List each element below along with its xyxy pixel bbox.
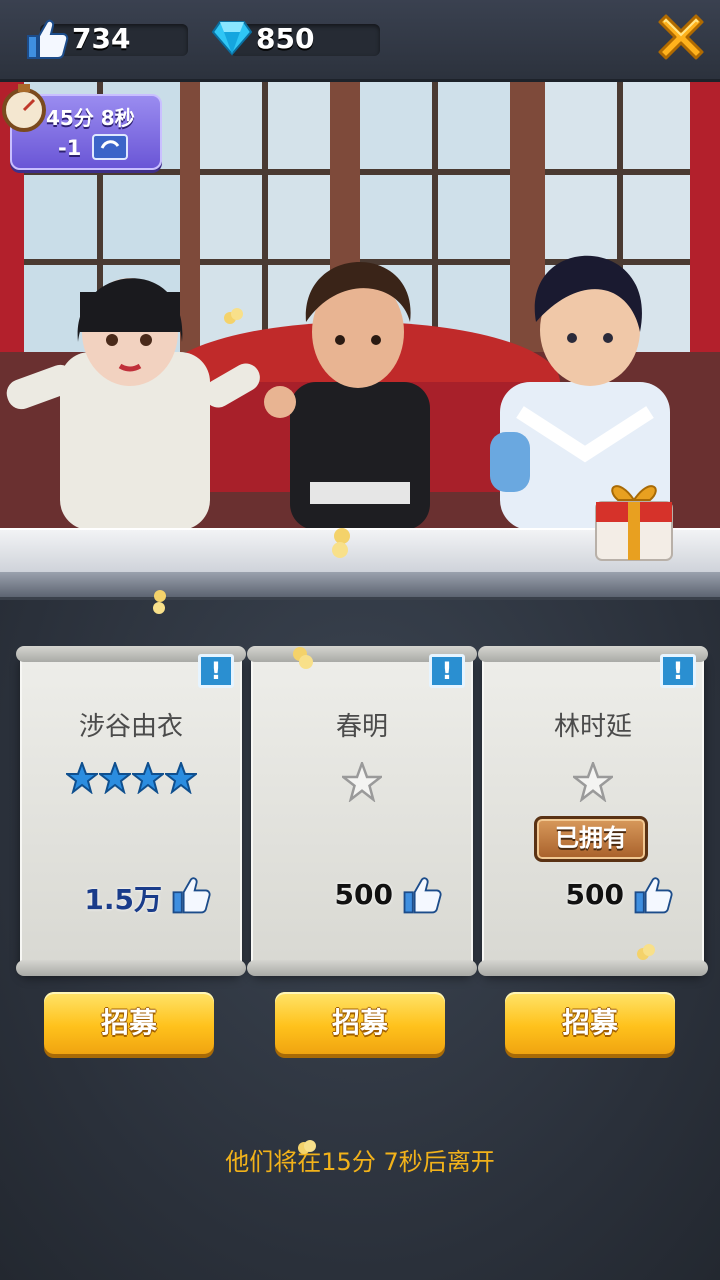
thumbs-up-icon	[634, 877, 673, 914]
stars-row-2	[251, 762, 473, 802]
info-badge-1[interactable]: !	[198, 654, 234, 688]
star-empty-icon	[573, 762, 613, 802]
star-filled-icon	[65, 762, 98, 794]
gems-value: 850	[256, 22, 315, 55]
cost-value-1: 1.5万	[84, 883, 162, 916]
popcorn-icon	[293, 647, 313, 669]
timer-cost: -1	[58, 136, 82, 160]
top-bar: 734 850	[0, 0, 720, 82]
recruit-card-3: ! 林时延 已拥有 500	[478, 646, 708, 976]
cost-row-2: 500	[251, 872, 473, 922]
cost-value-2: 500	[334, 878, 393, 911]
stopwatch-icon	[2, 84, 46, 132]
likes-counter: 734	[27, 19, 188, 59]
popcorn-icon	[224, 308, 243, 324]
star-filled-icon	[98, 762, 131, 794]
close-icon[interactable]	[652, 8, 710, 66]
recruit-button-3[interactable]: 招募	[505, 992, 675, 1054]
cost-row-1: 1.5万	[20, 872, 242, 922]
recruit-card-2: ! 春明 500	[247, 646, 477, 976]
thumbs-up-icon	[403, 877, 442, 914]
cost-row-3: 500	[482, 872, 704, 922]
stars-row-1	[20, 762, 242, 794]
thumbs-up-icon	[172, 877, 211, 914]
likes-value: 734	[72, 22, 131, 55]
timer-text: 45分 8秒	[46, 106, 135, 130]
gems-counter: 850	[212, 21, 380, 56]
recruit-card-1: ! 涉谷由衣 1.5万	[16, 646, 246, 976]
recruit-button-2[interactable]: 招募	[275, 992, 445, 1054]
star-filled-icon	[164, 762, 197, 794]
owned-badge: 已拥有	[534, 816, 648, 862]
popcorn-icon	[332, 528, 350, 558]
info-badge-2[interactable]: !	[429, 654, 465, 688]
leave-countdown-text: 他们将在15分 7秒后离开	[225, 1148, 495, 1176]
card-name-3: 林时延	[553, 712, 632, 742]
ticket-icon	[92, 134, 128, 160]
recruit-button-1[interactable]: 招募	[44, 992, 214, 1054]
popcorn-icon	[298, 1140, 316, 1154]
counter-edge	[0, 572, 720, 600]
card-name-2: 春明	[335, 712, 388, 742]
star-filled-icon	[131, 762, 164, 794]
card-name-1: 涉谷由衣	[78, 712, 183, 742]
stars-row-3	[482, 762, 704, 802]
thumbs-up-icon	[27, 19, 69, 59]
popcorn-icon	[153, 590, 166, 614]
popcorn-icon	[637, 944, 655, 960]
gift-box-icon[interactable]	[588, 466, 680, 566]
cost-value-3: 500	[565, 878, 624, 911]
info-badge-3[interactable]: !	[660, 654, 696, 688]
star-empty-icon	[342, 762, 382, 802]
diamond-icon	[212, 21, 252, 56]
